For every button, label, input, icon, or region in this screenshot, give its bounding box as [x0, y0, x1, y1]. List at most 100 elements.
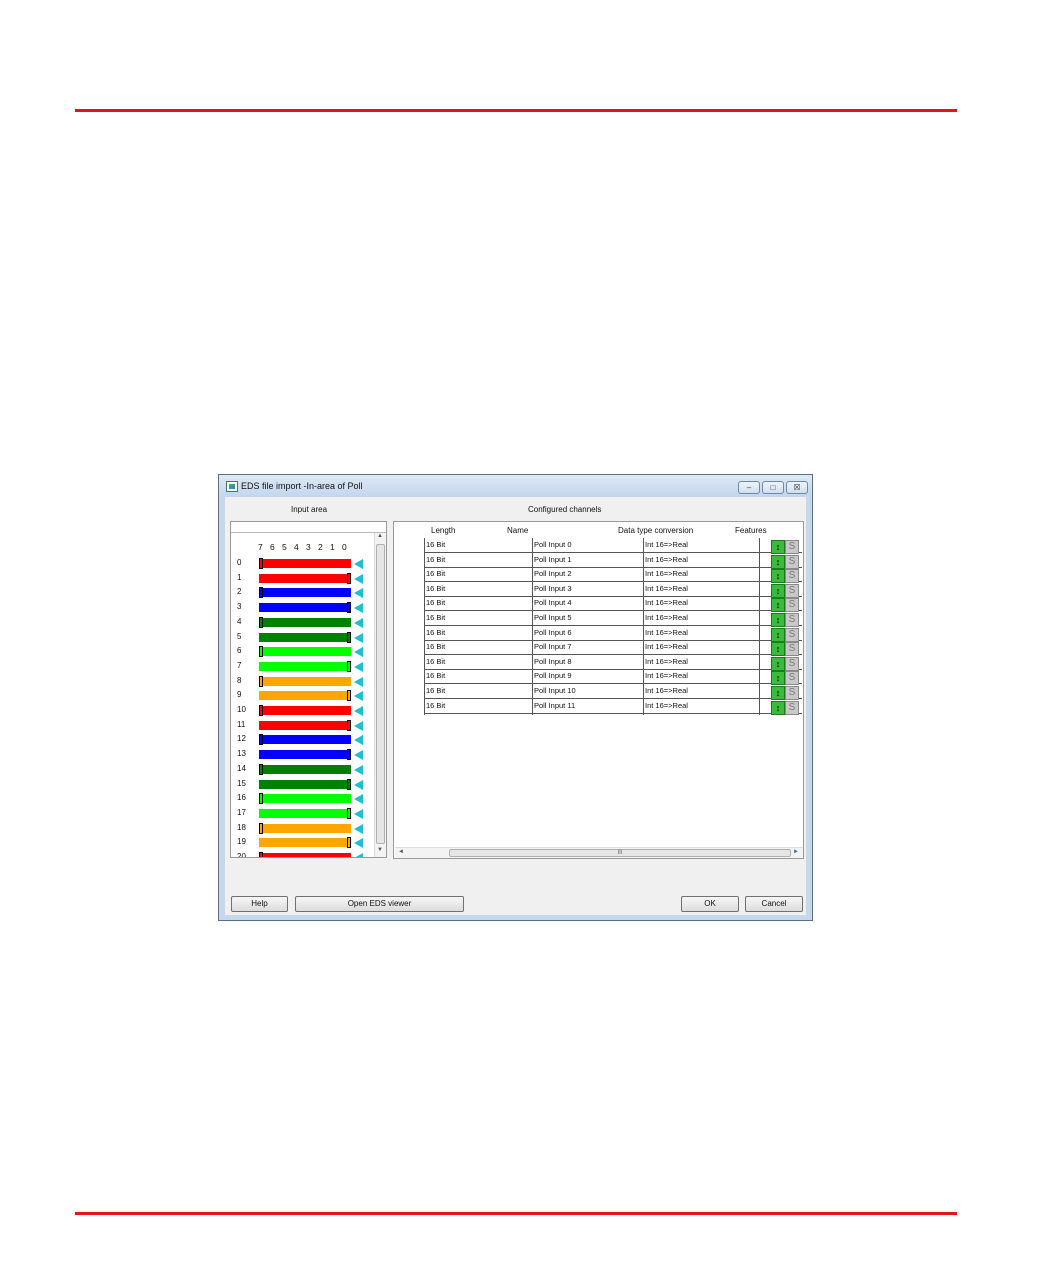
table-row[interactable]: 16 Bit Poll Input 1 Int 16=>Real: [424, 554, 802, 568]
column-header-name[interactable]: Name: [507, 526, 528, 535]
assign-arrow-icon[interactable]: [354, 647, 363, 658]
table-row[interactable]: 16 Bit Poll Input 0 Int 16=>Real: [424, 539, 802, 553]
byte-bar[interactable]: [259, 690, 351, 702]
ok-button[interactable]: OK: [681, 896, 739, 912]
s-icon[interactable]: S: [785, 583, 799, 598]
s-icon[interactable]: S: [785, 671, 799, 686]
assign-arrow-icon[interactable]: [354, 808, 363, 819]
assign-arrow-icon[interactable]: [354, 676, 363, 687]
resize-arrows-icon[interactable]: ↕: [771, 671, 785, 686]
byte-bar[interactable]: [259, 734, 351, 746]
scroll-left-icon[interactable]: ◄: [398, 849, 404, 855]
assign-arrow-icon[interactable]: [354, 794, 363, 805]
s-icon[interactable]: S: [785, 613, 799, 627]
byte-bar[interactable]: [259, 675, 351, 687]
assign-arrow-icon[interactable]: [354, 632, 363, 643]
byte-bar[interactable]: [259, 631, 351, 643]
cell-name: Poll Input 7: [534, 642, 572, 652]
byte-bar[interactable]: [259, 793, 351, 805]
byte-bar[interactable]: [259, 837, 351, 849]
table-row[interactable]: 16 Bit Poll Input 9 Int 16=>Real: [424, 670, 802, 685]
assign-arrow-icon[interactable]: [354, 588, 363, 599]
byte-bar[interactable]: [259, 719, 351, 731]
assign-arrow-icon[interactable]: [354, 735, 363, 746]
table-row[interactable]: 16 Bit Poll Input 4 Int 16=>Real: [424, 597, 802, 612]
assign-arrow-icon[interactable]: [354, 691, 363, 702]
s-icon[interactable]: S: [785, 569, 799, 584]
assign-arrow-icon[interactable]: [354, 603, 363, 614]
table-row[interactable]: 16 Bit Poll Input 2 Int 16=>Real: [424, 568, 802, 583]
s-icon[interactable]: S: [785, 656, 799, 671]
table-row[interactable]: 16 Bit Poll Input 3 Int 16=>Real: [424, 583, 802, 597]
table-row[interactable]: 16 Bit Poll Input 7 Int 16=>Real: [424, 641, 802, 656]
table-row[interactable]: 16 Bit Poll Input 6 Int 16=>Real: [424, 627, 802, 641]
assign-arrow-icon[interactable]: [354, 823, 363, 834]
s-icon[interactable]: S: [785, 686, 799, 700]
byte-bar[interactable]: [259, 616, 351, 628]
help-button[interactable]: Help: [231, 896, 288, 912]
cell-conversion: Int 16=>Real: [645, 540, 688, 549]
assign-arrow-icon[interactable]: [354, 720, 363, 731]
title-bar[interactable]: EDS file import -In-area of Poll – □ ☒: [219, 475, 812, 497]
scroll-right-icon[interactable]: ►: [793, 849, 799, 855]
assign-arrow-icon[interactable]: [354, 764, 363, 775]
assign-arrow-icon[interactable]: [354, 573, 363, 584]
resize-arrows-icon[interactable]: ↕: [771, 598, 785, 613]
table-row[interactable]: 16 Bit Poll Input 8 Int 16=>Real: [424, 656, 802, 670]
assign-arrow-icon[interactable]: [354, 838, 363, 849]
table-row[interactable]: 16 Bit Poll Input 5 Int 16=>Real: [424, 612, 802, 626]
byte-bar[interactable]: [259, 646, 351, 658]
scroll-thumb[interactable]: [376, 544, 385, 844]
byte-bar[interactable]: [259, 705, 351, 716]
resize-arrows-icon[interactable]: ↕: [771, 656, 785, 671]
assign-arrow-icon[interactable]: [354, 853, 363, 857]
s-icon[interactable]: S: [785, 700, 799, 715]
scroll-thumb-horizontal[interactable]: III: [449, 849, 791, 857]
minimize-button[interactable]: –: [738, 481, 760, 494]
resize-arrows-icon[interactable]: ↕: [771, 554, 785, 569]
s-icon[interactable]: S: [785, 598, 799, 613]
byte-bar[interactable]: [259, 763, 351, 775]
resize-arrows-icon[interactable]: ↕: [771, 569, 785, 584]
scroll-down-icon[interactable]: ▼: [377, 847, 383, 853]
resize-arrows-icon[interactable]: ↕: [771, 700, 785, 715]
byte-bar[interactable]: [259, 749, 351, 761]
byte-bar[interactable]: [259, 558, 351, 569]
byte-bar[interactable]: [259, 572, 351, 584]
resize-arrows-icon[interactable]: ↕: [771, 583, 785, 598]
assign-arrow-icon[interactable]: [354, 559, 363, 569]
open-eds-viewer-button[interactable]: Open EDS viewer: [295, 896, 464, 912]
assign-arrow-icon[interactable]: [354, 661, 363, 672]
assign-arrow-icon[interactable]: [354, 779, 363, 790]
byte-bar[interactable]: [259, 602, 351, 614]
cancel-button[interactable]: Cancel: [745, 896, 803, 912]
byte-bar[interactable]: [259, 587, 351, 599]
column-header-conversion[interactable]: Data type conversion: [618, 526, 693, 535]
s-icon[interactable]: S: [785, 627, 799, 642]
byte-bar[interactable]: [259, 778, 351, 790]
maximize-button[interactable]: □: [762, 481, 784, 494]
scroll-up-icon[interactable]: ▲: [377, 533, 383, 539]
table-row[interactable]: 16 Bit Poll Input 10 Int 16=>Real: [424, 685, 802, 699]
resize-arrows-icon[interactable]: ↕: [771, 642, 785, 657]
resize-arrows-icon[interactable]: ↕: [771, 613, 785, 627]
column-header-length[interactable]: Length: [431, 526, 455, 535]
byte-bar[interactable]: [259, 822, 351, 834]
close-button[interactable]: ☒: [786, 481, 808, 494]
resize-arrows-icon[interactable]: ↕: [771, 686, 785, 700]
resize-arrows-icon[interactable]: ↕: [771, 540, 785, 554]
input-area-scrollbar[interactable]: ▲ ▼: [374, 533, 386, 857]
assign-arrow-icon[interactable]: [354, 617, 363, 628]
resize-arrows-icon[interactable]: ↕: [771, 627, 785, 642]
channels-scrollbar[interactable]: ◄ III ►: [395, 847, 803, 858]
s-icon[interactable]: S: [785, 554, 799, 569]
s-icon[interactable]: S: [785, 642, 799, 657]
assign-arrow-icon[interactable]: [354, 750, 363, 761]
table-row[interactable]: 16 Bit Poll Input 11 Int 16=>Real: [424, 700, 802, 714]
column-header-features[interactable]: Features: [735, 526, 767, 535]
byte-bar[interactable]: [259, 660, 351, 672]
s-icon[interactable]: S: [785, 540, 799, 554]
byte-bar[interactable]: [259, 852, 351, 857]
byte-bar[interactable]: [259, 807, 351, 819]
assign-arrow-icon[interactable]: [354, 706, 363, 716]
